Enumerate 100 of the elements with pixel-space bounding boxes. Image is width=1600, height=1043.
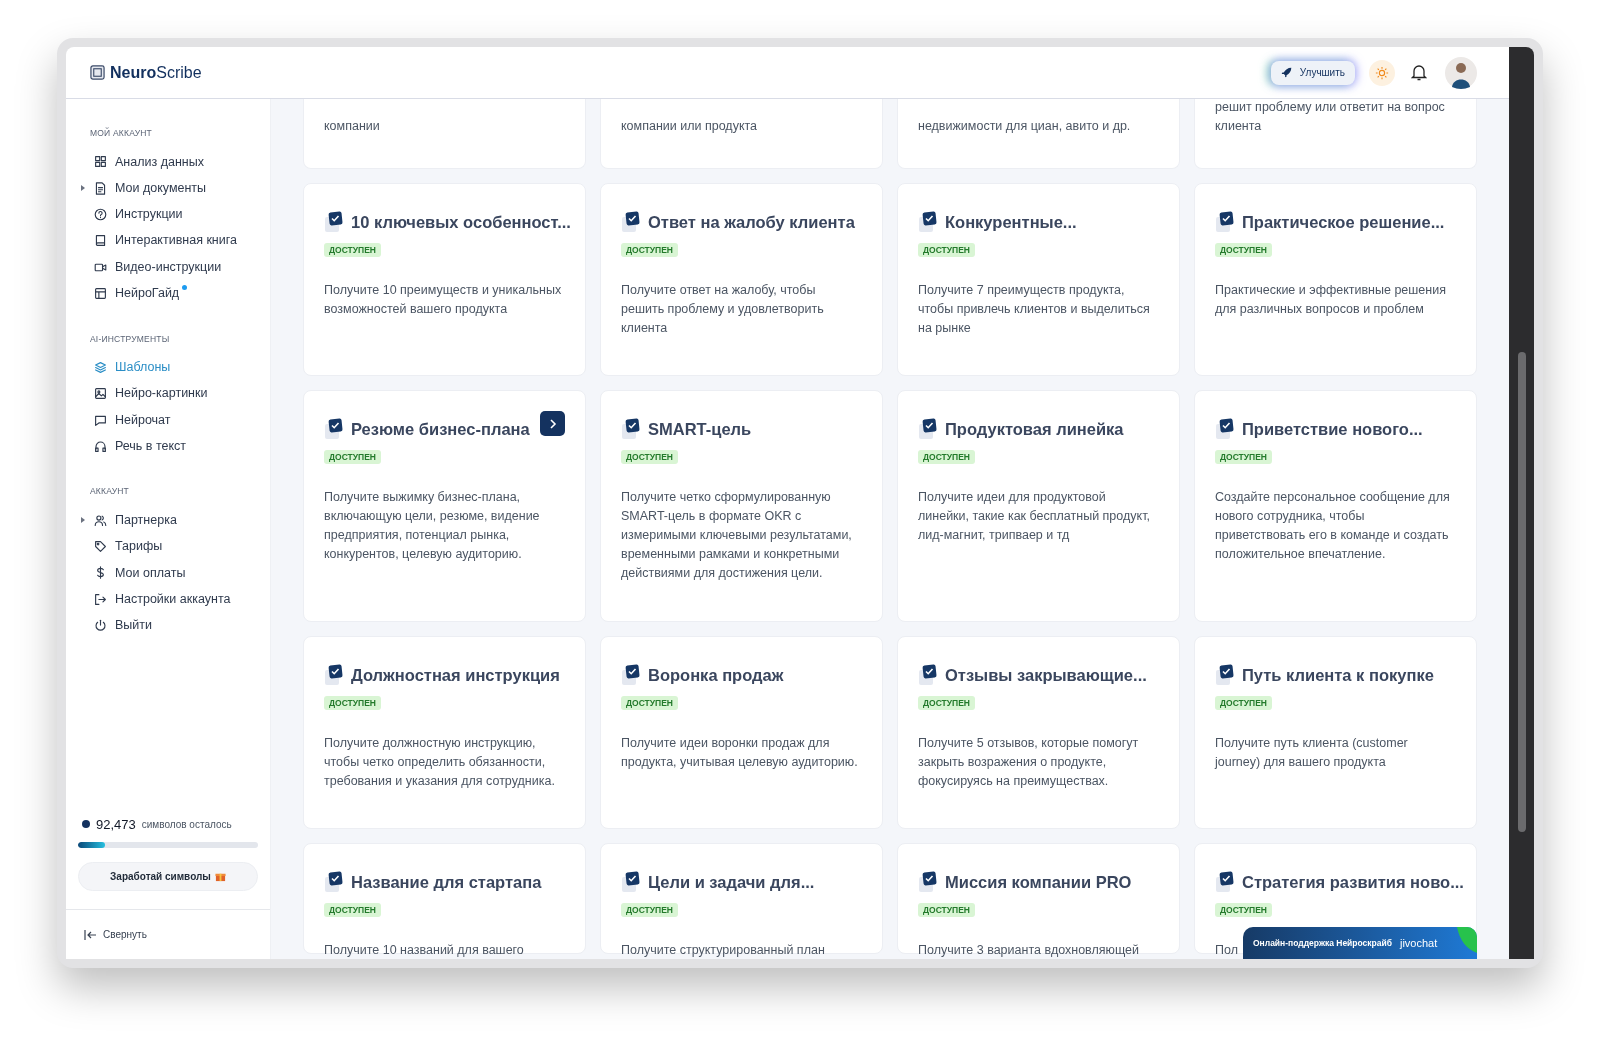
card-description: компании или продукта — [621, 118, 759, 135]
checkbox-icon — [1215, 664, 1235, 687]
logo[interactable]: NeuroScribe — [110, 60, 202, 85]
collapse-button[interactable]: Свернуть — [84, 927, 147, 942]
card-description: Получите четко сформулированную SMART-цель в формате OKR с измеримыми ключевыми результатами, временными рамками и конкретными действиями для достижения цели. — [621, 488, 853, 582]
checkbox-icon — [324, 211, 344, 234]
sidebar-item[interactable]: Нейро-картинки — [90, 380, 246, 407]
card-title: Путь клиента к покупке — [1242, 665, 1434, 686]
template-card[interactable]: Отзывы закрывающие... ДОСТУПЕН Получите 5 отзывов, которые помогут закрыть возражения о продукте, фокусируясь на преимуществах. — [897, 636, 1180, 829]
users-icon — [94, 513, 107, 527]
card-title: Отзывы закрывающие... — [945, 665, 1147, 686]
bell-icon[interactable] — [1411, 64, 1427, 81]
template-card[interactable]: Воронка продаж ДОСТУПЕН Получите идеи воронки продаж для продукта, учитывая целевую аудиторию. — [600, 636, 883, 829]
checkbox-icon — [621, 871, 641, 894]
earn-button[interactable]: Заработай символы — [78, 862, 258, 891]
upgrade-button[interactable]: Улучшить — [1270, 60, 1355, 85]
card-description: Получите путь клиента (customer journey) для вашего продукта — [1215, 734, 1409, 771]
card-description: компании — [324, 118, 381, 135]
status-badge: ДОСТУПЕН — [1215, 449, 1272, 464]
sidebar-item[interactable]: НейроГайд — [90, 280, 246, 307]
chat-corner-icon — [1457, 927, 1477, 953]
status-badge: ДОСТУПЕН — [621, 695, 678, 710]
sidebar-item[interactable]: Настройки аккаунта — [90, 586, 246, 613]
open-button[interactable] — [540, 411, 565, 436]
expand-caret-icon[interactable] — [81, 517, 85, 524]
template-card[interactable]: Ответ на жалобу клиента ДОСТУПЕН Получите ответ на жалобу, чтобы решить проблему и удовлетворить клиента — [600, 183, 883, 376]
sidebar-item[interactable]: Выйти — [90, 612, 246, 639]
checkbox-icon — [621, 211, 641, 234]
sidebar-item[interactable]: Нейрочат — [90, 406, 246, 434]
card-title: Миссия компании PRO — [945, 872, 1132, 893]
sidebar-item[interactable]: Речь в текст — [90, 433, 246, 460]
chevron-right-icon — [548, 418, 557, 429]
headphones-icon — [94, 439, 107, 453]
status-badge: ДОСТУПЕН — [324, 902, 381, 917]
template-card[interactable]: 10 ключевых особенност... ДОСТУПЕН Получите 10 преимуществ и уникальных возможностей вашего продукта — [303, 183, 586, 376]
checkbox-icon — [324, 871, 344, 894]
card-title: Приветствие нового... — [1242, 419, 1423, 440]
template-card[interactable]: SMART-цель ДОСТУПЕН Получите четко сформулированную SMART-цель в формате OKR с измеримыми ключевыми результатами, временными рамками и конкретными действиями для достижения цели. — [600, 390, 883, 622]
card-title: Стратегия развития ново... — [1242, 872, 1464, 893]
checkbox-icon — [1215, 871, 1235, 894]
card-title: SMART-цель — [648, 419, 752, 440]
book-icon — [94, 234, 107, 248]
checkbox-icon — [918, 871, 938, 894]
card-description: Практические и эффективные решения для различных вопросов и проблем — [1215, 281, 1447, 318]
template-card[interactable]: Путь клиента к покупке ДОСТУПЕН Получите путь клиента (customer journey) для вашего продукта — [1194, 636, 1477, 829]
card-description: Получите выжимку бизнес-плана, включающую цели, резюме, видение предприятия, потенциал рынка, конкурентов, целевую аудиторию. — [324, 488, 541, 563]
template-card[interactable]: Конкурентные... ДОСТУПЕН Получите 7 преимуществ продукта, чтобы привлечь клиентов и выделиться на рынке — [897, 183, 1180, 376]
sidebar-item[interactable]: Интерактивная книга — [90, 227, 246, 254]
power-icon — [94, 619, 107, 633]
scrollbar[interactable] — [1509, 47, 1534, 959]
status-badge: ДОСТУПЕН — [621, 449, 678, 464]
table-icon — [94, 286, 107, 300]
card-title: Резюме бизнес-плана — [351, 419, 530, 440]
dollar-icon — [94, 566, 107, 580]
sidebar-item[interactable]: Анализ данных — [90, 148, 246, 176]
sidebar-item[interactable]: Партнерка — [90, 507, 246, 534]
tag-icon — [94, 540, 107, 554]
sidebar-item[interactable]: Видео-инструкции — [90, 253, 246, 281]
checkbox-icon — [621, 664, 641, 687]
question-icon — [94, 208, 107, 221]
sun-icon — [1375, 65, 1389, 80]
sidebar-item[interactable]: Мои оплаты — [90, 559, 246, 587]
checkbox-icon — [918, 418, 938, 441]
status-badge: ДОСТУПЕН — [918, 449, 975, 464]
card-title: Должностная инструкция — [351, 665, 560, 686]
card-title: Цели и задачи для... — [648, 872, 815, 893]
section-label: АККАУНТ — [90, 485, 130, 499]
card-description: Получите должностную инструкцию, чтобы четко определить обязанности, требования и указания для сотрудника. — [324, 734, 556, 790]
template-card[interactable]: Практическое решение... ДОСТУПЕН Практические и эффективные решения для различных вопросов и проблем — [1194, 183, 1477, 376]
checkbox-icon — [918, 664, 938, 687]
layers-icon — [94, 360, 107, 374]
grid-icon — [94, 155, 107, 169]
rocket-icon — [1280, 67, 1292, 78]
document-icon — [94, 181, 107, 195]
status-badge: ДОСТУПЕН — [324, 242, 381, 257]
avatar[interactable] — [1445, 56, 1477, 89]
status-badge: ДОСТУПЕН — [1215, 695, 1272, 710]
chat-label: Онлайн-поддержка Нейроскрайб — [1253, 936, 1392, 950]
template-card[interactable]: Продуктовая линейка ДОСТУПЕН Получите идеи для продуктовой линейки, такие как бесплатный продукт, лид-магнит, трипваер и тд — [897, 390, 1180, 622]
card-description: Получите 5 отзывов, которые помогут закрыть возражения о продукте, фокусируясь на преимуществах. — [918, 734, 1140, 790]
template-card[interactable]: Должностная инструкция ДОСТУПЕН Получите должностную инструкцию, чтобы четко определить обязанности, требования и указания для сотрудника. — [303, 636, 586, 829]
template-card[interactable]: Резюме бизнес-плана ДОСТУПЕН Получите выжимку бизнес-плана, включающую цели, резюме, видение предприятия, потенциал рынка, конкурентов, целевую аудиторию. — [303, 390, 586, 622]
theme-toggle[interactable] — [1369, 59, 1395, 86]
sidebar-item[interactable]: Инструкции — [90, 201, 246, 228]
sidebar-item[interactable]: Тарифы — [90, 533, 246, 560]
gift-icon — [214, 871, 226, 882]
credits-label: символов осталось — [141, 817, 232, 832]
chat-brand: jivochat — [1400, 935, 1438, 951]
logout-icon — [94, 592, 107, 606]
expand-caret-icon[interactable] — [81, 185, 85, 192]
image-icon — [94, 387, 107, 401]
chat-icon — [94, 413, 107, 427]
sidebar-item[interactable]: Шаблоны — [90, 354, 246, 381]
card-title: Продуктовая линейка — [945, 419, 1124, 440]
checkbox-icon — [1215, 418, 1235, 441]
status-badge: ДОСТУПЕН — [324, 695, 381, 710]
card-description: решит проблему или ответит на вопрос клиента — [1215, 99, 1446, 135]
support-chat-toast[interactable]: Онлайн-поддержка Нейроскрайб jivochat — [1243, 927, 1477, 959]
template-card[interactable]: Приветствие нового... ДОСТУПЕН Создайте персональное сообщение для нового сотрудника, чтобы приветствовать его в команде и создать положительное впечатление. — [1194, 390, 1477, 622]
sidebar-item[interactable]: Мои документы — [90, 175, 246, 202]
